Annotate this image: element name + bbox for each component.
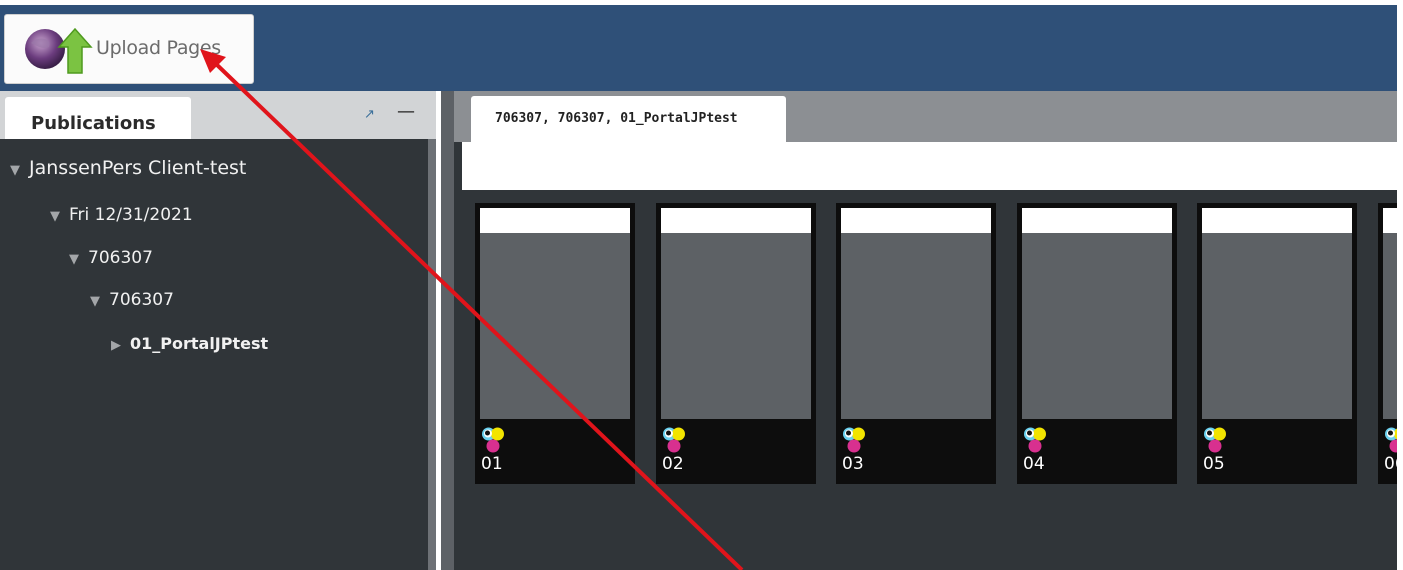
publications-panel-header: Publications ↗ — — [0, 91, 436, 139]
page-preview — [661, 233, 811, 419]
page-preview — [480, 233, 630, 419]
publications-panel: Publications ↗ — ▼ JanssenPers Client-tes… — [0, 91, 436, 570]
tree-item-label: 706307 — [88, 248, 153, 268]
minimize-icon[interactable]: — — [397, 101, 415, 122]
page-number: 02 — [662, 454, 684, 474]
page-header — [1022, 208, 1172, 233]
page-number: 04 — [1023, 454, 1045, 474]
cmyk-color-icon — [1385, 427, 1397, 453]
publications-tab-label: Publications — [31, 113, 156, 134]
document-tabbar: 706307, 706307, 01_PortalJPtest — [454, 91, 1397, 142]
tree-item-edition[interactable]: ▼ 706307 — [69, 248, 153, 268]
panel-splitter[interactable] — [428, 139, 436, 570]
collapse-arrow-icon[interactable]: ▼ — [10, 163, 20, 178]
tree-item-publication[interactable]: ▶ 01_PortalJPtest — [111, 334, 268, 353]
page-thumbnail[interactable]: 06 — [1378, 203, 1397, 484]
page-header — [480, 208, 630, 233]
page-preview — [1022, 233, 1172, 419]
page-preview — [1383, 233, 1397, 419]
cmyk-color-icon — [843, 427, 865, 453]
tree-item-section[interactable]: ▼ 706307 — [90, 290, 174, 310]
tab-document[interactable]: 706307, 706307, 01_PortalJPtest — [471, 96, 786, 142]
page-number: 01 — [481, 454, 503, 474]
tree-item-label: 01_PortalJPtest — [130, 334, 269, 353]
tree-item-date[interactable]: ▼ Fri 12/31/2021 — [50, 205, 193, 225]
pages-toolbar — [462, 142, 1397, 190]
tree-item-label: Fri 12/31/2021 — [69, 205, 193, 225]
pages-panel: 706307, 706307, 01_PortalJPtest 01 02 03 — [441, 91, 1397, 570]
collapse-arrow-icon[interactable]: ▼ — [90, 294, 100, 309]
upload-pages-label: Upload Pages — [96, 37, 221, 59]
document-tab-label: 706307, 706307, 01_PortalJPtest — [495, 111, 738, 126]
page-preview — [1202, 233, 1352, 419]
page-number: 05 — [1203, 454, 1225, 474]
page-thumbnail[interactable]: 02 — [656, 203, 816, 484]
page-header — [661, 208, 811, 233]
expand-arrow-icon[interactable]: ▶ — [111, 338, 121, 353]
tab-publications[interactable]: Publications — [5, 97, 191, 139]
cmyk-color-icon — [1024, 427, 1046, 453]
tree-item-client[interactable]: ▼ JanssenPers Client-test — [10, 157, 246, 179]
page-thumbnail[interactable]: 04 — [1017, 203, 1177, 484]
page-header — [841, 208, 991, 233]
upload-globe-arrow-icon — [25, 27, 93, 74]
page-header — [1202, 208, 1352, 233]
cmyk-color-icon — [1204, 427, 1226, 453]
page-thumbnail[interactable]: 01 — [475, 203, 635, 484]
upload-pages-button[interactable]: Upload Pages — [4, 14, 254, 84]
cmyk-color-icon — [663, 427, 685, 453]
page-number: 06 — [1384, 454, 1397, 474]
collapse-arrow-icon[interactable]: ▼ — [69, 252, 79, 267]
page-preview — [841, 233, 991, 419]
panel-border — [441, 91, 454, 570]
page-thumbnail[interactable]: 03 — [836, 203, 996, 484]
page-thumbnail[interactable]: 05 — [1197, 203, 1357, 484]
tree-item-label: JanssenPers Client-test — [29, 157, 247, 179]
page-number: 03 — [842, 454, 864, 474]
collapse-arrow-icon[interactable]: ▼ — [50, 209, 60, 224]
expand-icon[interactable]: ↗ — [364, 107, 375, 122]
cmyk-color-icon — [482, 427, 504, 453]
tree-item-label: 706307 — [109, 290, 174, 310]
page-header — [1383, 208, 1397, 233]
